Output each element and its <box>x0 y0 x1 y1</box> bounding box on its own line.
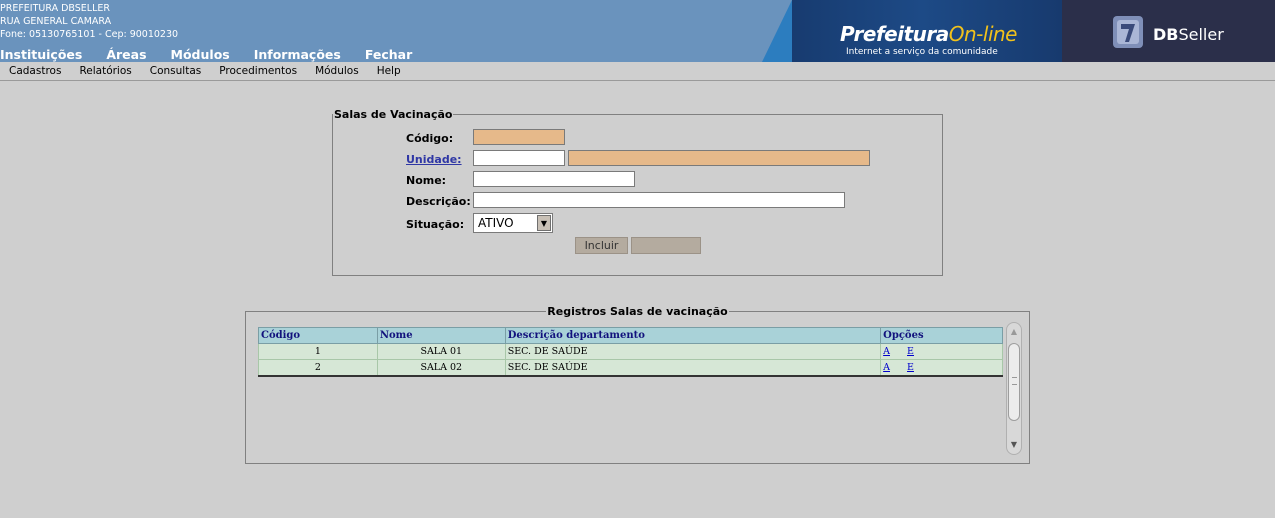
records-legend: Registros Salas de vacinação <box>547 305 728 318</box>
alterar-link[interactable]: A <box>883 346 890 357</box>
situacao-select[interactable]: ATIVO ▼ <box>473 213 553 233</box>
org-info: PREFEITURA DBSELLER RUA GENERAL CAMARA F… <box>0 2 178 41</box>
records-table: Código Nome Descrição departamento Opçõe… <box>258 327 1003 377</box>
org-contact: Fone: 05130765101 - Cep: 90010230 <box>0 29 179 40</box>
excluir-link[interactable]: E <box>907 346 914 357</box>
nav-areas[interactable]: Áreas <box>106 47 146 62</box>
col-codigo: Código <box>258 327 378 344</box>
scroll-thumb[interactable] <box>1008 343 1020 421</box>
link-unidade[interactable]: Unidade: <box>406 153 462 166</box>
descricao-field[interactable] <box>473 192 845 208</box>
label-nome: Nome: <box>406 174 447 187</box>
secondary-button[interactable] <box>631 237 701 254</box>
org-address: RUA GENERAL CAMARA <box>0 16 112 27</box>
incluir-button[interactable]: Incluir <box>575 237 628 254</box>
table-row: 1 SALA 01 SEC. DE SAÚDE A E <box>258 343 1003 360</box>
table-scrollbar[interactable]: ▲ ▼ <box>1006 322 1022 455</box>
unidade-code-field[interactable] <box>473 150 565 166</box>
situacao-selected-value: ATIVO <box>478 216 514 230</box>
cell-nome: SALA 01 <box>376 343 506 360</box>
excluir-link[interactable]: E <box>907 362 914 373</box>
menu-bar: Cadastros Relatórios Consultas Procedime… <box>0 62 1275 81</box>
codigo-field[interactable] <box>473 129 565 145</box>
alterar-link[interactable]: A <box>883 362 890 373</box>
menu-relatorios[interactable]: Relatórios <box>79 65 131 77</box>
scroll-up-icon[interactable]: ▲ <box>1007 325 1021 339</box>
form-legend: Salas de Vacinação <box>334 108 453 121</box>
nav-fechar[interactable]: Fechar <box>365 47 412 62</box>
menu-help[interactable]: Help <box>377 65 401 77</box>
label-descricao: Descrição: <box>406 195 471 208</box>
cell-codigo: 1 <box>258 343 378 360</box>
col-nome: Nome <box>376 327 506 344</box>
cell-opcoes: A E <box>880 359 1003 377</box>
unidade-name-field[interactable] <box>568 150 870 166</box>
dbseller-wordmark: DBSeller <box>1153 25 1224 44</box>
brand-subtitle: Internet a serviço da comunidade <box>846 47 998 57</box>
cell-descricao: SEC. DE SAÚDE <box>504 359 882 377</box>
label-situacao: Situação: <box>406 218 465 231</box>
menu-cadastros[interactable]: Cadastros <box>9 65 61 77</box>
app-header: PREFEITURA DBSELLER RUA GENERAL CAMARA F… <box>0 0 1275 62</box>
cell-codigo: 2 <box>258 359 378 377</box>
menu-procedimentos[interactable]: Procedimentos <box>219 65 297 77</box>
label-codigo: Código: <box>406 132 454 145</box>
menu-modulos[interactable]: Módulos <box>315 65 359 77</box>
main-nav: Instituições Áreas Módulos Informações F… <box>0 47 412 62</box>
cell-nome: SALA 02 <box>376 359 506 377</box>
col-opcoes: Opções <box>880 327 1003 344</box>
cell-opcoes: A E <box>880 343 1003 360</box>
nome-field[interactable] <box>473 171 635 187</box>
table-header-row: Código Nome Descrição departamento Opçõe… <box>258 327 1003 344</box>
org-name: PREFEITURA DBSELLER <box>0 3 110 14</box>
brand-banner: PrefeituraOn-line Internet a serviço da … <box>762 0 1275 62</box>
nav-instituicoes[interactable]: Instituições <box>0 47 82 62</box>
cell-descricao: SEC. DE SAÚDE <box>504 343 882 360</box>
nav-modulos[interactable]: Módulos <box>171 47 230 62</box>
scroll-down-icon[interactable]: ▼ <box>1007 438 1021 452</box>
table-row: 2 SALA 02 SEC. DE SAÚDE A E <box>258 359 1003 377</box>
nav-informacoes[interactable]: Informações <box>254 47 341 62</box>
dbseller-logo-icon <box>1113 16 1143 48</box>
col-descricao: Descrição departamento <box>504 327 882 344</box>
prefeitura-online-logo: PrefeituraOn-line <box>840 22 1017 46</box>
chevron-down-icon[interactable]: ▼ <box>537 215 551 231</box>
menu-consultas[interactable]: Consultas <box>150 65 201 77</box>
